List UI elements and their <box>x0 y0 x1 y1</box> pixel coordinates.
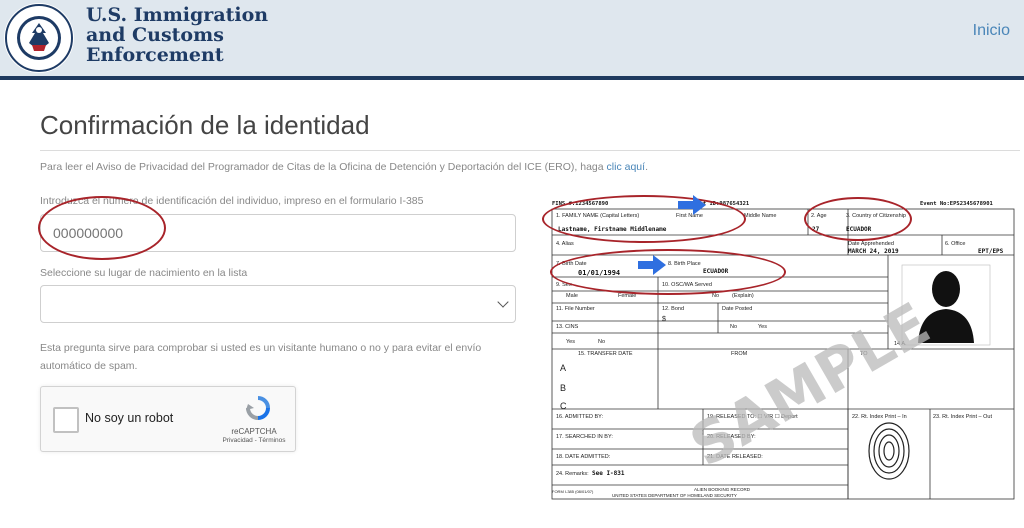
birthplace-label: Seleccione su lugar de nacimiento en la … <box>40 267 248 279</box>
agency-line-2: and Customs <box>86 24 224 46</box>
sample-i385-form: FINS #:1234567890 Subject ID:987654321 E… <box>542 193 1018 504</box>
page-title: Confirmación de la identidad <box>40 110 370 140</box>
recaptcha-links[interactable]: Privacidad - Términos <box>219 437 289 444</box>
human-verification-note: Esta pregunta sirve para comprobar si us… <box>40 342 482 372</box>
recaptcha-widget: No soy un robot reCAPTCHA Privacidad - T… <box>40 386 296 452</box>
privacy-link[interactable]: clic aquí <box>607 161 646 173</box>
arrow-right-icon <box>638 255 666 275</box>
recaptcha-checkbox[interactable] <box>53 407 79 433</box>
chevron-down-icon <box>497 296 509 308</box>
arrow-right-icon <box>678 195 706 215</box>
nav-home-link[interactable]: Inicio <box>973 22 1010 40</box>
privacy-notice: Para leer el Aviso de Privacidad del Pro… <box>40 161 648 173</box>
agency-line-3: Enforcement <box>86 44 224 66</box>
header-divider <box>0 76 1024 80</box>
privacy-text: Para leer el Aviso de Privacidad del Pro… <box>40 161 607 173</box>
dhs-seal-logo[interactable] <box>4 3 74 73</box>
privacy-end: . <box>645 161 648 173</box>
recaptcha-brand: reCAPTCHA <box>231 427 277 436</box>
annotation-oval-id <box>38 196 166 260</box>
birthplace-select[interactable] <box>40 285 516 323</box>
recaptcha-label: No soy un robot <box>85 411 174 425</box>
annotation-arrows <box>638 195 706 275</box>
agency-line-1: U.S. Immigration <box>86 4 269 26</box>
agency-name[interactable]: U.S. Immigration and Customs Enforcement <box>86 5 268 65</box>
recaptcha-logo-icon <box>245 395 271 426</box>
title-divider <box>40 150 1020 151</box>
